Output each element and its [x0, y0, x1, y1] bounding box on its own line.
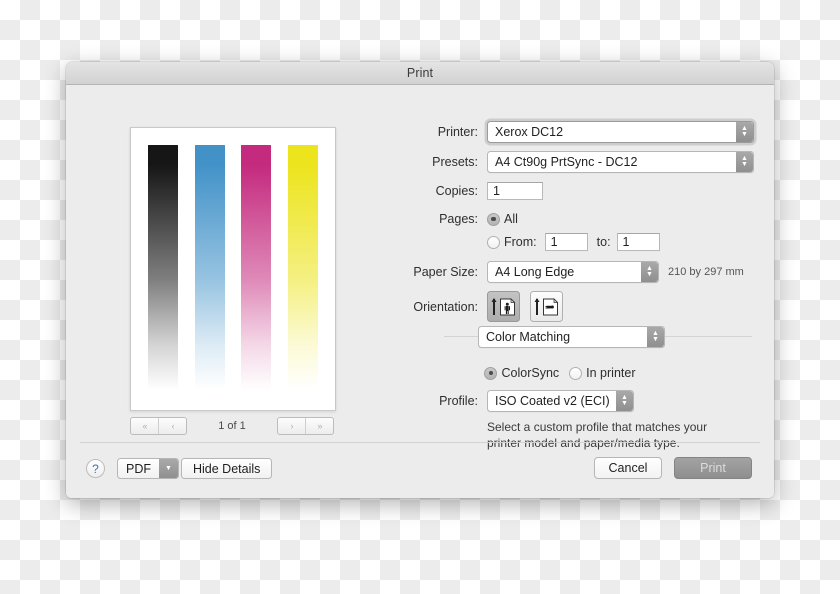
yellow-bar — [287, 145, 318, 390]
pages-from-radio[interactable] — [487, 235, 500, 249]
orientation-label: Orientation: — [413, 299, 478, 314]
first-page-button[interactable]: « — [131, 418, 158, 434]
print-options-form: Printer: Xerox DC12 ▲ ▼ Presets: A4 Ct90g… — [366, 121, 754, 330]
print-preview — [130, 127, 336, 411]
paper-size-label: Paper Size: — [413, 265, 478, 279]
last-page-button[interactable]: » — [305, 418, 333, 434]
copies-input[interactable]: 1 — [487, 182, 543, 200]
print-pane-value: Color Matching — [486, 330, 571, 344]
cancel-button[interactable]: Cancel — [594, 457, 662, 479]
printer-value: Xerox DC12 — [495, 125, 564, 139]
dialog-bottom-bar: ? PDF ▼ Hide Details Cancel Print — [66, 442, 774, 498]
pages-label: Pages: — [439, 212, 478, 226]
chevron-updown-icon: ▲ ▼ — [736, 122, 753, 142]
paper-size-value: A4 Long Edge — [495, 265, 575, 279]
printer-label: Printer: — [437, 125, 478, 139]
chevron-updown-icon: ▲ ▼ — [736, 152, 753, 172]
profile-select[interactable]: ISO Coated v2 (ECI) ▲ ▼ — [487, 390, 634, 412]
paper-size-row: Paper Size: A4 Long Edge ▲ ▼ 210 by 297 m… — [366, 261, 754, 283]
pages-range-row: From: 1 to: 1 — [366, 232, 754, 252]
pages-to-input[interactable]: 1 — [616, 233, 660, 251]
page-counter: 1 of 1 — [218, 420, 246, 432]
pages-all-row: Pages: All — [366, 209, 754, 229]
hide-details-button[interactable]: Hide Details — [181, 458, 273, 479]
orientation-portrait-button[interactable] — [487, 291, 520, 322]
chevron-updown-icon: ▲ ▼ — [616, 391, 633, 411]
black-bar — [148, 145, 178, 390]
pages-all-radio[interactable] — [487, 212, 500, 226]
pages-from-option[interactable]: From: — [487, 235, 537, 249]
colorsync-radio[interactable] — [484, 366, 498, 380]
colorsync-label: ColorSync — [501, 366, 560, 380]
nav-forward-group: › » — [277, 417, 334, 435]
orientation-landscape-button[interactable] — [530, 291, 563, 322]
pages-to-label: to: — [596, 235, 611, 249]
next-page-button[interactable]: › — [278, 418, 305, 434]
color-matching-section: ColorSync In printer Profile: ISO Coated… — [366, 366, 754, 451]
chevron-updown-icon: ▲ ▼ — [641, 262, 658, 282]
copies-label: Copies: — [435, 184, 478, 198]
in-printer-radio[interactable] — [569, 366, 583, 380]
printer-select[interactable]: Xerox DC12 ▲ ▼ — [487, 121, 754, 143]
pages-from-input[interactable]: 1 — [544, 233, 588, 251]
nav-back-group: « ‹ — [130, 417, 187, 435]
presets-label: Presets: — [432, 155, 478, 169]
presets-row: Presets: A4 Ct90g PrtSync - DC12 ▲ ▼ — [366, 151, 754, 173]
orientation-row: Orientation: — [366, 291, 754, 322]
profile-help-line-1: Select a custom profile that matches you… — [487, 420, 708, 434]
pages-all-option[interactable]: All — [487, 212, 518, 226]
portrait-page-icon — [491, 297, 515, 315]
pdf-menu-button[interactable]: PDF ▼ — [117, 458, 179, 479]
presets-value: A4 Ct90g PrtSync - DC12 — [495, 155, 638, 169]
chevron-updown-icon: ▲ ▼ — [647, 327, 664, 347]
printer-row: Printer: Xerox DC12 ▲ ▼ — [366, 121, 754, 143]
cmyk-test-bars — [148, 145, 318, 390]
in-printer-option[interactable]: In printer — [569, 366, 636, 380]
dialog-body: « ‹ 1 of 1 › » Printer: Xerox DC12 ▲ ▼ P… — [66, 85, 774, 498]
preview-page-navigation: « ‹ 1 of 1 › » — [130, 417, 334, 435]
profile-label: Profile: — [439, 394, 478, 408]
paper-dimensions: 210 by 297 mm — [668, 266, 744, 278]
cyan-bar — [194, 145, 225, 390]
pages-from-label: From: — [504, 235, 537, 249]
chevron-down-icon: ▼ — [159, 459, 178, 478]
magenta-bar — [241, 145, 272, 390]
copies-row: Copies: 1 — [366, 181, 754, 201]
print-dialog: Print « ‹ 1 of 1 › » Printer: Xerox DC12… — [66, 62, 774, 498]
profile-value: ISO Coated v2 (ECI) — [495, 394, 610, 408]
pages-all-label: All — [504, 212, 518, 226]
help-button[interactable]: ? — [86, 459, 105, 478]
color-matching-mode-row: ColorSync In printer — [366, 366, 754, 380]
colorsync-option[interactable]: ColorSync — [484, 366, 559, 380]
dialog-titlebar[interactable]: Print — [66, 62, 774, 85]
landscape-page-icon — [534, 297, 558, 315]
print-button[interactable]: Print — [674, 457, 752, 479]
profile-row: Profile: ISO Coated v2 (ECI) ▲ ▼ — [366, 390, 754, 412]
dialog-title: Print — [406, 66, 434, 80]
print-pane-select[interactable]: Color Matching ▲ ▼ — [478, 326, 665, 348]
previous-page-button[interactable]: ‹ — [158, 418, 186, 434]
presets-select[interactable]: A4 Ct90g PrtSync - DC12 ▲ ▼ — [487, 151, 754, 173]
paper-size-select[interactable]: A4 Long Edge ▲ ▼ — [487, 261, 659, 283]
pane-selector-wrap: Color Matching ▲ ▼ — [478, 326, 665, 348]
in-printer-label: In printer — [586, 366, 636, 380]
pdf-label: PDF — [126, 461, 151, 476]
screenshot-canvas: Print « ‹ 1 of 1 › » Printer: Xerox DC12… — [0, 0, 840, 594]
